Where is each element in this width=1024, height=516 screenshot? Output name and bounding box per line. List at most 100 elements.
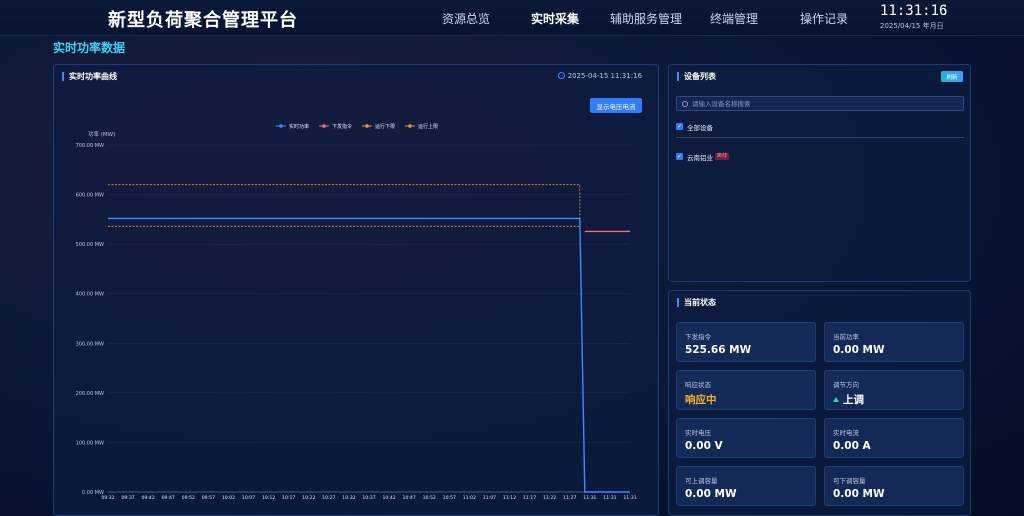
x-tick-label: 10:27	[322, 495, 335, 501]
x-tick-label: 10:57	[443, 495, 456, 501]
x-tick-label: 09:52	[182, 495, 195, 501]
nav-ancillary-service[interactable]: 辅助服务管理	[610, 10, 682, 27]
card-label: 实时电流	[833, 429, 859, 437]
app-title: 新型负荷聚合管理平台	[108, 10, 298, 31]
card-label: 下发指令	[685, 333, 711, 341]
page-title: 实时功率数据	[53, 41, 126, 55]
y-tick-label: 200.00 MW	[76, 391, 104, 397]
x-tick-label: 10:17	[282, 495, 295, 501]
all-devices-label: 全部设备	[687, 124, 713, 132]
x-tick-label: 10:42	[382, 495, 395, 501]
legend-swatch-dot	[322, 124, 326, 128]
legend-swatch-dot	[279, 124, 283, 128]
y-tick-label: 600.00 MW	[76, 193, 104, 199]
refresh-button[interactable]: 刷新	[941, 71, 963, 82]
x-tick-label: 10:22	[302, 495, 315, 501]
x-tick-label: 11:12	[503, 495, 516, 501]
card-value: 0.00 V	[685, 440, 723, 452]
y-tick-label: 500.00 MW	[76, 242, 104, 248]
direction-text: 上调	[843, 394, 864, 406]
legend-swatch-dot	[408, 124, 412, 128]
device-checkbox[interactable]: ✓	[676, 153, 683, 160]
nav-terminal-management[interactable]: 终端管理	[710, 10, 758, 27]
card-value: 0.00 A	[833, 440, 871, 452]
chart-legend: 实时功率 下发指令 运行下限 运行上限	[276, 123, 438, 130]
status-card-command: 下发指令 525.66 MW	[676, 322, 816, 362]
x-tick-label: 10:52	[423, 495, 436, 501]
status-card-current-power: 当前功率 0.00 MW	[824, 322, 964, 362]
power-chart: 实时功率 下发指令 运行下限 运行上限 功率 (MW) 0.00 MW100.00 M…	[76, 123, 637, 501]
chart-series	[108, 184, 630, 493]
search-icon	[682, 101, 688, 107]
card-value: 响应中	[685, 394, 717, 406]
x-tick-label: 11:31	[583, 495, 596, 501]
x-tick-label: 11:31	[623, 495, 636, 501]
y-axis-ticks: 0.00 MW100.00 MW200.00 MW300.00 MW400.00…	[76, 143, 104, 496]
all-devices-checkbox[interactable]: ✓	[676, 123, 683, 130]
y-tick-label: 100.00 MW	[76, 440, 104, 446]
x-tick-label: 10:12	[262, 495, 275, 501]
device-search-input[interactable]	[692, 98, 952, 110]
legend-label: 实时功率	[289, 123, 309, 130]
x-axis-ticks: 09:32 09:37 09:42 09:47 09:52 09:57 10:02 10:07…	[101, 495, 636, 501]
x-tick-label: 11:31	[603, 495, 616, 501]
nav-operation-log[interactable]: 操作记录	[800, 10, 848, 27]
chart-grid	[108, 144, 630, 493]
more-icon[interactable]: ⋮	[939, 3, 951, 17]
date: 2025/04/15 年月日	[880, 22, 944, 30]
x-tick-label: 11:27	[563, 495, 576, 501]
x-tick-label: 11:22	[543, 495, 556, 501]
x-tick-label: 11:07	[483, 495, 496, 501]
x-tick-label: 09:47	[162, 495, 175, 501]
device-name: 云南铝业	[687, 154, 713, 162]
series-line	[108, 184, 581, 219]
y-tick-label: 400.00 MW	[76, 292, 104, 298]
x-tick-label: 10:32	[342, 495, 355, 501]
device-search-box[interactable]	[676, 96, 964, 111]
status-card-down-capacity: 可下调容量 0.00 MW	[824, 466, 964, 506]
x-tick-label: 09:57	[202, 495, 215, 501]
legend-label: 运行上限	[418, 123, 438, 130]
y-axis-label: 功率 (MW)	[88, 130, 115, 138]
card-label: 实时电压	[685, 429, 711, 437]
y-tick-label: 700.00 MW	[76, 143, 104, 149]
legend-swatch-dot	[365, 124, 369, 128]
series-line	[108, 217, 630, 493]
card-value: 525.66 MW	[685, 344, 752, 356]
x-tick-label: 11:02	[463, 495, 476, 501]
nav-resource-overview[interactable]: 资源总览	[442, 10, 490, 27]
status-panel-title: 当前状态	[677, 298, 716, 307]
status-card-direction: 调节方向 上调	[824, 370, 964, 410]
arrow-up-icon	[833, 397, 839, 402]
card-label: 调节方向	[833, 381, 859, 389]
status-card-voltage: 实时电压 0.00 V	[676, 418, 816, 458]
card-value: 0.00 MW	[833, 344, 885, 356]
x-tick-label: 09:37	[121, 495, 134, 501]
x-tick-label: 10:07	[242, 495, 255, 501]
top-bar: 新型负荷聚合管理平台 资源总览 实时采集 辅助服务管理 终端管理 操作记录 11…	[0, 0, 1024, 36]
current-status-panel: 当前状态 下发指令 525.66 MW 当前功率 0.00 MW 响应状态 响应…	[668, 290, 971, 516]
card-label: 可下调容量	[833, 477, 866, 485]
clock: 11:31:16	[880, 3, 948, 19]
power-chart-panel: 实时功率曲线 2025-04-15 11:31:16 显示电压电流 实时功率 下发…	[53, 64, 659, 516]
legend-label: 下发指令	[332, 123, 352, 130]
x-tick-label: 10:02	[222, 495, 235, 501]
y-tick-label: 300.00 MW	[76, 341, 104, 347]
card-label: 可上调容量	[685, 477, 718, 485]
device-panel-title: 设备列表	[677, 72, 716, 81]
card-label: 响应状态	[685, 381, 711, 389]
legend-label: 运行下限	[375, 123, 395, 130]
status-badge: 离线	[715, 153, 730, 160]
x-tick-label: 11:17	[523, 495, 536, 501]
x-tick-label: 10:37	[362, 495, 375, 501]
x-tick-label: 09:32	[101, 495, 114, 501]
status-card-up-capacity: 可上调容量 0.00 MW	[676, 466, 816, 506]
x-tick-label: 09:42	[142, 495, 155, 501]
card-value: 0.00 MW	[685, 488, 737, 500]
nav-realtime-collection[interactable]: 实时采集	[531, 10, 579, 27]
status-card-current: 实时电流 0.00 A	[824, 418, 964, 458]
divider	[676, 137, 964, 138]
x-tick-label: 10:47	[403, 495, 416, 501]
card-value: 0.00 MW	[833, 488, 885, 500]
device-list-panel: 设备列表 刷新 ✓ 全部设备 ✓ 云南铝业 离线	[668, 64, 971, 282]
